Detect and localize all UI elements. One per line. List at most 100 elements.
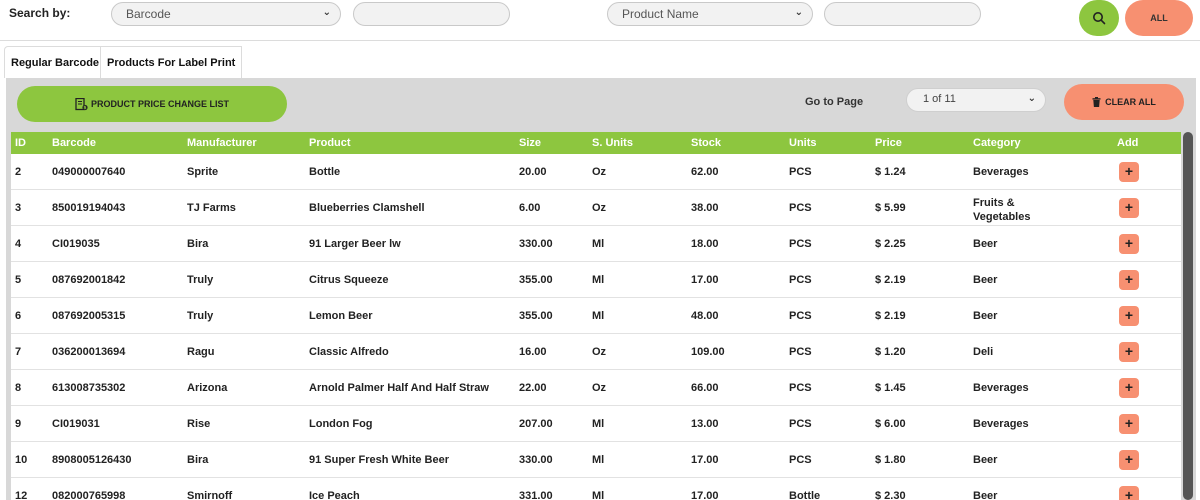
cell-category: Beverages: [973, 166, 1029, 178]
search-by-label: Search by:: [9, 6, 71, 20]
cell-stock: 62.00: [691, 166, 719, 178]
table-row: 8 613008735302 Arizona Arnold Palmer Hal…: [11, 370, 1181, 406]
cell-s-units: Ml: [592, 274, 605, 286]
cell-units: PCS: [789, 274, 812, 286]
cell-units: PCS: [789, 238, 812, 250]
cell-s-units: Ml: [592, 418, 605, 430]
cell-stock: 109.00: [691, 346, 725, 358]
vertical-scrollbar[interactable]: [1182, 132, 1194, 500]
cell-id: 5: [15, 274, 22, 286]
table-row: 2 049000007640 Sprite Bottle 20.00 Oz 62…: [11, 154, 1181, 190]
cell-size: 22.00: [519, 382, 547, 394]
cell-id: 10: [15, 454, 28, 466]
cell-category: Beer: [973, 490, 998, 500]
column-header-product: Product: [309, 137, 351, 149]
cell-barcode: CI019035: [52, 238, 100, 250]
cell-category: Fruits & Vegetables: [973, 197, 1031, 223]
search-field-select-2[interactable]: Product Name ⌄: [607, 2, 813, 26]
cell-size: 330.00: [519, 454, 553, 466]
table-row: 5 087692001842 Truly Citrus Squeeze 355.…: [11, 262, 1181, 298]
all-button[interactable]: ALL: [1125, 0, 1193, 36]
cell-manufacturer: Ragu: [187, 346, 215, 358]
column-header-price: Price: [875, 137, 902, 149]
add-button[interactable]: +: [1119, 450, 1139, 470]
cell-s-units: Oz: [592, 346, 607, 358]
clear-all-label: CLEAR ALL: [1105, 97, 1156, 107]
table-row: 6 087692005315 Truly Lemon Beer 355.00 M…: [11, 298, 1181, 334]
table-header: ID Barcode Manufacturer Product Size S. …: [11, 132, 1181, 154]
clear-all-button[interactable]: CLEAR ALL: [1064, 84, 1184, 120]
cell-manufacturer: Truly: [187, 310, 214, 322]
search-icon: [1093, 12, 1106, 25]
cell-id: 6: [15, 310, 22, 322]
column-header-barcode: Barcode: [52, 137, 97, 149]
cell-id: 12: [15, 490, 28, 500]
add-button[interactable]: +: [1119, 162, 1139, 182]
cell-barcode: 087692001842: [52, 274, 126, 286]
search-input-2[interactable]: [824, 2, 981, 26]
add-button[interactable]: +: [1119, 414, 1139, 434]
cell-price: $ 2.25: [875, 238, 906, 250]
add-button[interactable]: +: [1119, 306, 1139, 326]
add-button[interactable]: +: [1119, 234, 1139, 254]
cell-s-units: Ml: [592, 310, 605, 322]
cell-category: Beer: [973, 454, 998, 466]
cell-id: 3: [15, 202, 22, 214]
cell-price: $ 2.30: [875, 490, 906, 500]
cell-size: 20.00: [519, 166, 547, 178]
cell-size: 16.00: [519, 346, 547, 358]
cell-product: 91 Larger Beer lw: [309, 238, 401, 250]
cell-stock: 17.00: [691, 454, 719, 466]
cell-size: 355.00: [519, 274, 553, 286]
trash-icon: [1092, 97, 1101, 107]
search-field-select-1[interactable]: Barcode ⌄: [111, 2, 341, 26]
cell-units: PCS: [789, 418, 812, 430]
add-button[interactable]: +: [1119, 198, 1139, 218]
cell-size: 207.00: [519, 418, 553, 430]
cell-s-units: Oz: [592, 382, 607, 394]
cell-units: Bottle: [789, 490, 821, 500]
cell-product: 91 Super Fresh White Beer: [309, 454, 449, 466]
cell-units: PCS: [789, 382, 812, 394]
search-button[interactable]: [1079, 0, 1119, 36]
search-input-1[interactable]: [353, 2, 510, 26]
products-table: ID Barcode Manufacturer Product Size S. …: [11, 132, 1181, 500]
cell-product: Ice Peach: [309, 490, 360, 500]
add-button[interactable]: +: [1119, 270, 1139, 290]
search-bar: Search by: Barcode ⌄ Product Name ⌄ ALL: [0, 0, 1200, 40]
cell-barcode: 850019194043: [52, 202, 126, 214]
cell-id: 8: [15, 382, 22, 394]
table-row: 9 CI019031 Rise London Fog 207.00 Ml 13.…: [11, 406, 1181, 442]
go-to-page-label: Go to Page: [805, 96, 864, 108]
product-price-change-list-label: PRODUCT PRICE CHANGE LIST: [90, 99, 229, 109]
page-select[interactable]: 1 of 11 ⌄: [906, 88, 1046, 112]
cell-s-units: Ml: [592, 454, 605, 466]
cell-barcode: 036200013694: [52, 346, 126, 358]
add-button[interactable]: +: [1119, 342, 1139, 362]
cell-manufacturer: Rise: [187, 418, 211, 430]
cell-stock: 17.00: [691, 490, 719, 500]
svg-text:$: $: [83, 105, 86, 111]
table-row: 12 082000765998 Smirnoff Ice Peach 331.0…: [11, 478, 1181, 500]
product-price-change-list-button[interactable]: $ PRODUCT PRICE CHANGE LIST: [17, 86, 287, 122]
cell-price: $ 2.19: [875, 274, 906, 286]
table-row: 3 850019194043 TJ Farms Blueberries Clam…: [11, 190, 1181, 226]
cell-price: $ 5.99: [875, 202, 906, 214]
cell-barcode: 613008735302: [52, 382, 126, 394]
cell-units: PCS: [789, 310, 812, 322]
cell-manufacturer: Truly: [187, 274, 214, 286]
column-header-stock: Stock: [691, 137, 721, 149]
cell-size: 355.00: [519, 310, 553, 322]
cell-product: Arnold Palmer Half And Half Straw: [309, 382, 489, 394]
add-button[interactable]: +: [1119, 378, 1139, 398]
cell-size: 331.00: [519, 490, 553, 500]
scrollbar-thumb[interactable]: [1183, 132, 1193, 500]
cell-price: $ 1.45: [875, 382, 906, 394]
tab-products-for-label-print[interactable]: Products For Label Print: [100, 46, 243, 78]
cell-category: Beer: [973, 310, 998, 322]
tab-regular-barcode[interactable]: Regular Barcode: [4, 46, 107, 78]
cell-product: Citrus Squeeze: [309, 274, 389, 286]
cell-s-units: Oz: [592, 202, 607, 214]
column-header-category: Category: [973, 137, 1021, 149]
add-button[interactable]: +: [1119, 486, 1139, 500]
